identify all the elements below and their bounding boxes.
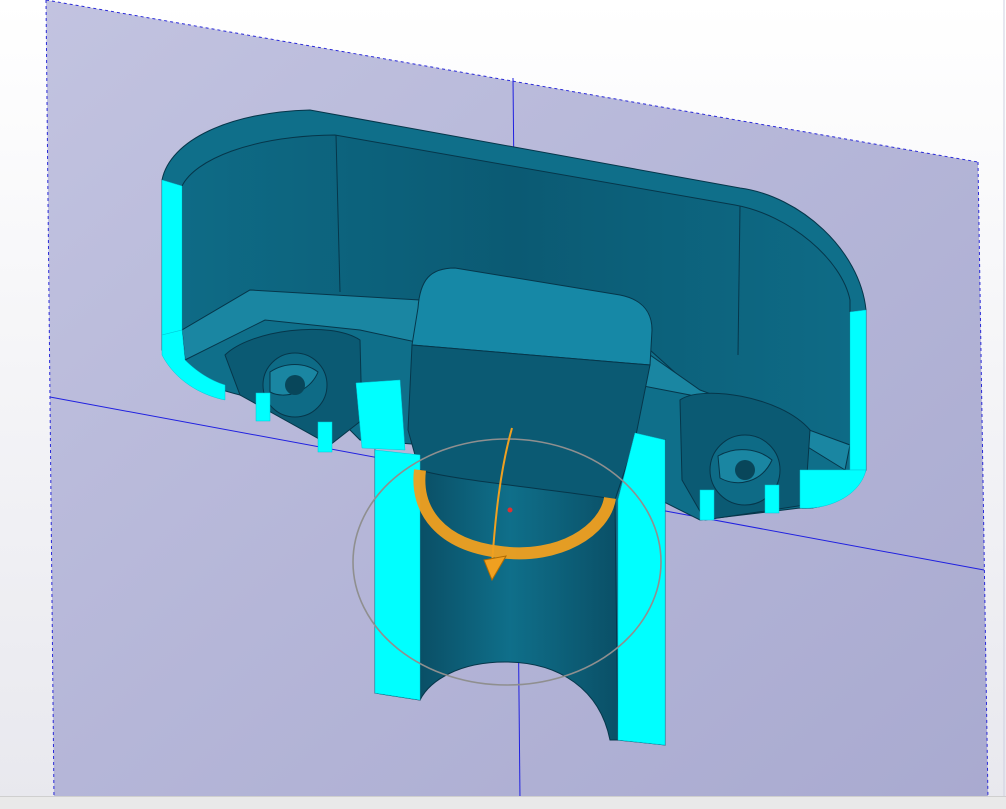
status-bar bbox=[0, 796, 1006, 809]
graphics-viewport[interactable] bbox=[0, 0, 1006, 808]
